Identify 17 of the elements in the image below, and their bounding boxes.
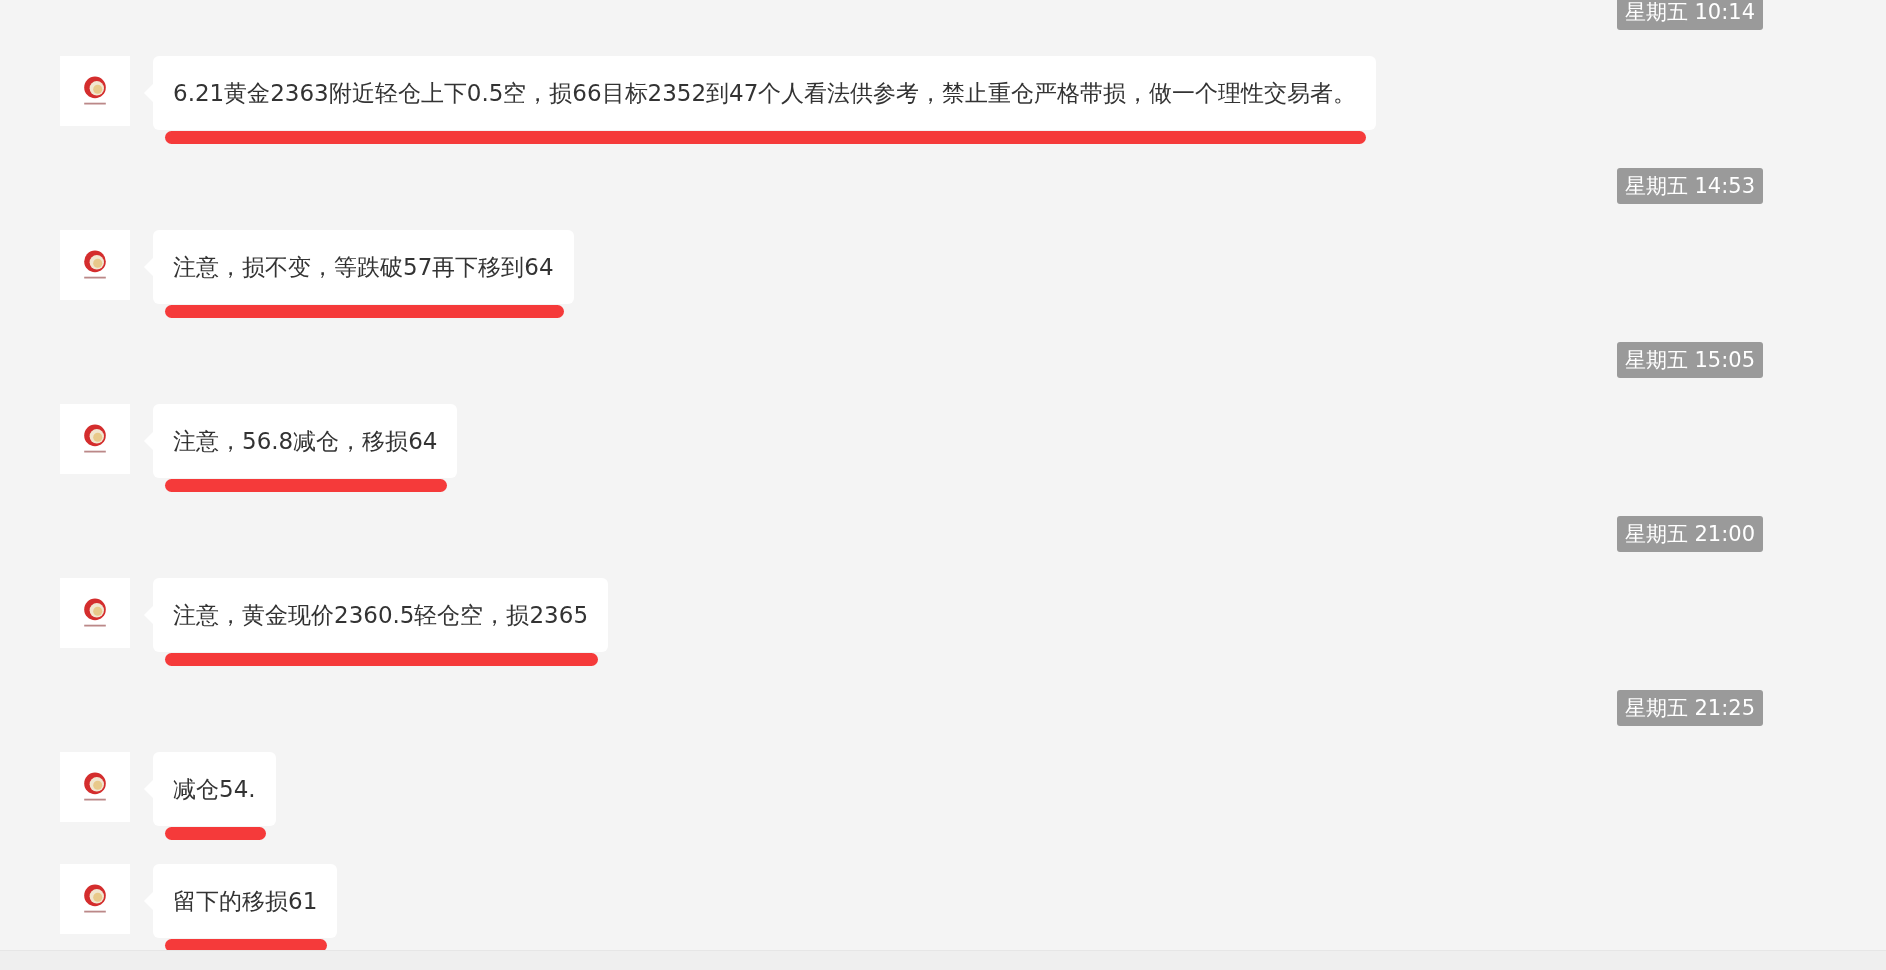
message-bubble: 6.21黄金2363附近轻仓上下0.5空，损66目标2352到47个人看法供参考，禁止重仓严格带损，做一个理性交易者。 [153,56,1377,130]
avatar[interactable] [60,864,130,934]
timestamp: 星期五 21:25 [1616,690,1763,726]
message-bubble: 注意，56.8减仓，移损64 [153,404,458,478]
avatar[interactable] [60,404,130,474]
avatar[interactable] [60,230,130,300]
message-bubble: 注意，损不变，等跌破57再下移到64 [153,230,574,304]
timestamp: 星期五 10:14 [1616,0,1763,30]
message-bubble: 减仓54. [153,752,276,826]
timestamp: 星期五 14:53 [1616,168,1763,204]
avatar[interactable] [60,578,130,648]
message-bubble: 注意，黄金现价2360.5轻仓空，损2365 [153,578,608,652]
avatar[interactable] [60,752,130,822]
timestamp: 星期五 15:05 [1616,342,1763,378]
message-bubble: 留下的移损61 [153,864,338,938]
timestamp: 星期五 21:00 [1616,516,1763,552]
avatar[interactable] [60,56,130,126]
